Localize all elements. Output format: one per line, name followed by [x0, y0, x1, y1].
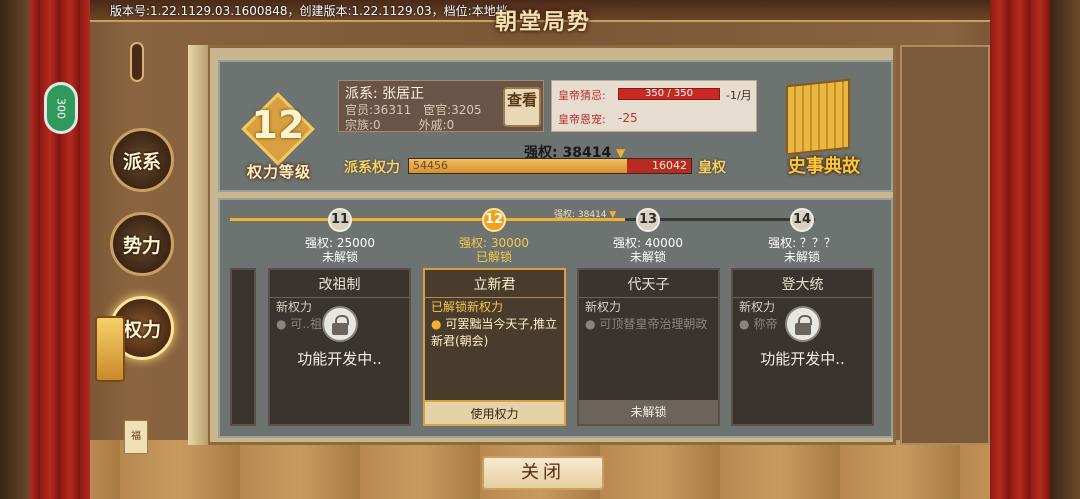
suspicion-trend: -1/月	[726, 89, 752, 102]
faction-power-value: 54456	[413, 159, 448, 172]
imperial-power-label: 皇权	[698, 160, 726, 176]
favor-label: 皇帝恩宠:	[558, 113, 606, 126]
card-title: 代天子	[579, 274, 718, 298]
chip-label: 300	[54, 97, 68, 119]
eunuchs-label: 宦官:	[423, 103, 452, 117]
clan-count: 0	[373, 118, 381, 132]
card-title: 登大统	[733, 274, 872, 298]
suspicion-label: 皇帝猜忌:	[558, 89, 606, 102]
close-button[interactable]: 关闭	[482, 456, 604, 490]
card-description-text: 可罢黜当今天子,推立新君(朝会)	[431, 317, 558, 348]
previous-card-edge	[230, 268, 256, 426]
card-title: 立新君	[425, 274, 564, 298]
lock-icon	[321, 306, 358, 342]
panel-spine	[188, 45, 210, 445]
rank-label: 权力等级	[246, 163, 311, 181]
faction-card: 派系: 张居正 官员:36311 宦官:3205 宗族:0 外戚:0 查看	[338, 80, 544, 132]
card-subtitle: 已解锁新权力	[431, 300, 504, 314]
clan-label: 宗族:	[345, 118, 374, 132]
timeline-marker-text: 强权: 38414	[554, 210, 607, 220]
faction-name: 张居正	[382, 86, 425, 102]
triangle-down-icon: ▼	[609, 210, 617, 220]
node-state: 未解锁	[629, 250, 666, 264]
timeline-node-14: 14	[790, 208, 814, 232]
history-book-label: 史事典故	[788, 156, 860, 177]
lantern-icon	[95, 316, 125, 382]
green-chip[interactable]: 300	[44, 82, 78, 134]
folding-screen	[900, 45, 990, 445]
power-card-enthrone[interactable]: 立新君 已解锁新权力 ● 可罢黜当今天子,推立新君(朝会) 使用权力	[423, 268, 566, 426]
suspicion-value: 350 / 350	[645, 88, 693, 99]
timeline-marker: 强权: 38414 ▼	[554, 207, 616, 220]
curtain-left	[0, 0, 90, 499]
hanging-tag: 福	[124, 420, 148, 454]
bullet-icon: ●	[431, 317, 442, 331]
card-title: 改祖制	[270, 274, 409, 298]
side-tab-label: 势力	[122, 234, 161, 257]
power-card-regent[interactable]: 代天子 新权力 ● 可顶替皇帝治理朝政 未解锁	[577, 268, 720, 426]
lock-overlay: 功能开发中..	[733, 306, 872, 376]
favor-value: -25	[618, 111, 638, 125]
locked-button: 未解锁	[579, 400, 718, 424]
book-icon	[786, 78, 850, 156]
side-tab-label: 派系	[122, 150, 161, 173]
curtain-right	[990, 0, 1080, 499]
node-state: 未解锁	[321, 250, 358, 264]
officials-label: 官员:	[345, 103, 374, 117]
nav-ornament-top	[130, 42, 144, 82]
lock-overlay: 功能开发中..	[270, 306, 409, 376]
use-power-button[interactable]: 使用权力	[425, 400, 564, 424]
view-button[interactable]: 查看	[503, 87, 541, 127]
inlaws-label: 外戚:	[418, 118, 447, 132]
suspicion-bar: 350 / 350	[618, 88, 720, 100]
node-state: 已解锁	[475, 250, 512, 264]
faction-name-label: 派系:	[345, 86, 378, 102]
card-subtitle: 新权力	[585, 300, 622, 314]
card-description-text: 可顶替皇帝治理朝政	[599, 317, 708, 331]
hanging-tag-label: 福	[131, 431, 141, 442]
officials-count: 36311	[373, 103, 412, 117]
lock-overlay-text: 功能开发中..	[297, 350, 382, 368]
side-nav: 派系 势力 权力	[92, 40, 192, 450]
imperial-power-value: 16042	[652, 159, 687, 172]
power-card-reform[interactable]: 改祖制 新权力 ● 可..祖制条例 功能开发中..	[268, 268, 411, 426]
version-text: 版本号:1.22.1129.03.1600848，创建版本:1.22.1129.…	[110, 4, 508, 18]
power-card-throne[interactable]: 登大统 新权力 ● 称帝 功能开发中..	[731, 268, 874, 426]
inlaws-count: 0	[446, 118, 455, 132]
timeline-node-12: 12	[482, 208, 506, 232]
rank-level: 12	[251, 103, 305, 147]
timeline-node-11: 11	[328, 208, 352, 232]
bullet-icon: ●	[585, 317, 596, 331]
node-state: 未解锁	[783, 250, 820, 264]
card-description: ● 可罢黜当今天子,推立新君(朝会)	[431, 316, 563, 350]
emperor-card: 皇帝猜忌: 350 / 350 -1/月 皇帝恩宠: -25	[551, 80, 757, 132]
screen-title: 朝堂局势	[494, 9, 591, 35]
faction-row-clan: 宗族:0 外戚:0	[345, 116, 454, 133]
card-description: ● 可顶替皇帝治理朝政	[585, 316, 717, 333]
rank-badge: 12 权力等级	[232, 92, 324, 187]
lock-overlay-text: 功能开发中..	[760, 350, 845, 368]
faction-power-label: 派系权力	[344, 160, 400, 176]
side-tab-power-base[interactable]: 势力	[110, 212, 174, 276]
eunuchs-count: 3205	[451, 103, 482, 117]
lock-icon	[784, 306, 821, 342]
faction-name-line: 派系: 张居正	[345, 83, 424, 103]
side-tab-label: 权力	[122, 318, 161, 341]
power-balance-bar: 54456 16042	[408, 158, 692, 174]
timeline-node-13: 13	[636, 208, 660, 232]
history-book-button[interactable]: 史事典故	[768, 78, 880, 184]
side-tab-faction[interactable]: 派系	[110, 128, 174, 192]
